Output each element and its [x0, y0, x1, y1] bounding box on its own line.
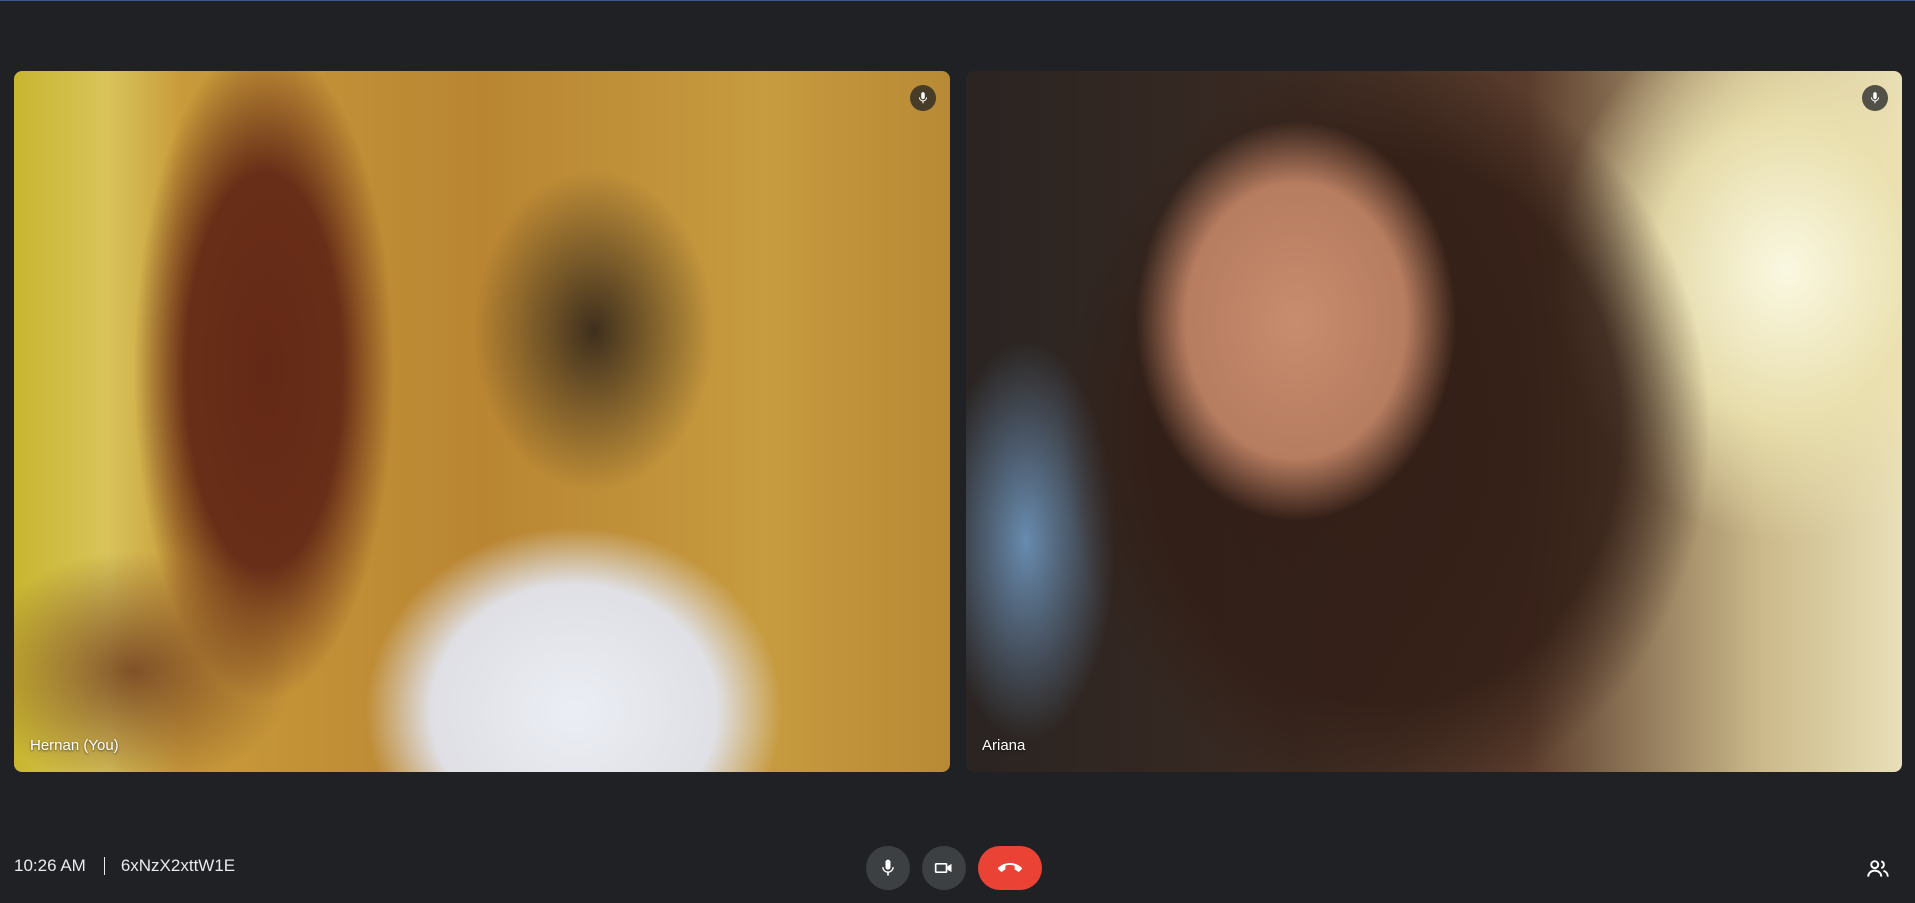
meeting-time: 10:26 AM — [14, 856, 86, 875]
people-icon — [1867, 860, 1889, 877]
end-call-button[interactable] — [978, 846, 1042, 890]
meeting-info: 10:26 AM 6xNzX2xttW1E — [14, 856, 235, 876]
participants-button[interactable] — [1863, 854, 1893, 884]
divider — [103, 857, 105, 875]
mic-icon — [918, 92, 928, 104]
videocam-icon — [934, 863, 952, 873]
participant-mic-indicator — [910, 85, 936, 111]
camera-button[interactable] — [922, 846, 966, 890]
meeting-code: 6xNzX2xttW1E — [120, 856, 236, 875]
participant-mic-indicator — [1862, 85, 1888, 111]
participant-name: Hernan (You) — [30, 737, 119, 754]
call-controls — [866, 846, 1042, 890]
participant-name: Ariana — [982, 737, 1026, 754]
video-tile-self[interactable]: Hernan (You) — [14, 71, 950, 772]
microphone-button[interactable] — [866, 846, 910, 890]
video-tile-remote[interactable]: Ariana — [966, 71, 1902, 772]
mic-icon — [882, 859, 894, 876]
call-end-icon — [998, 863, 1022, 872]
window-top-edge — [0, 0, 1915, 1]
mic-icon — [1870, 92, 1880, 104]
call-controls-bar: 10:26 AM 6xNzX2xttW1E — [0, 832, 1915, 903]
